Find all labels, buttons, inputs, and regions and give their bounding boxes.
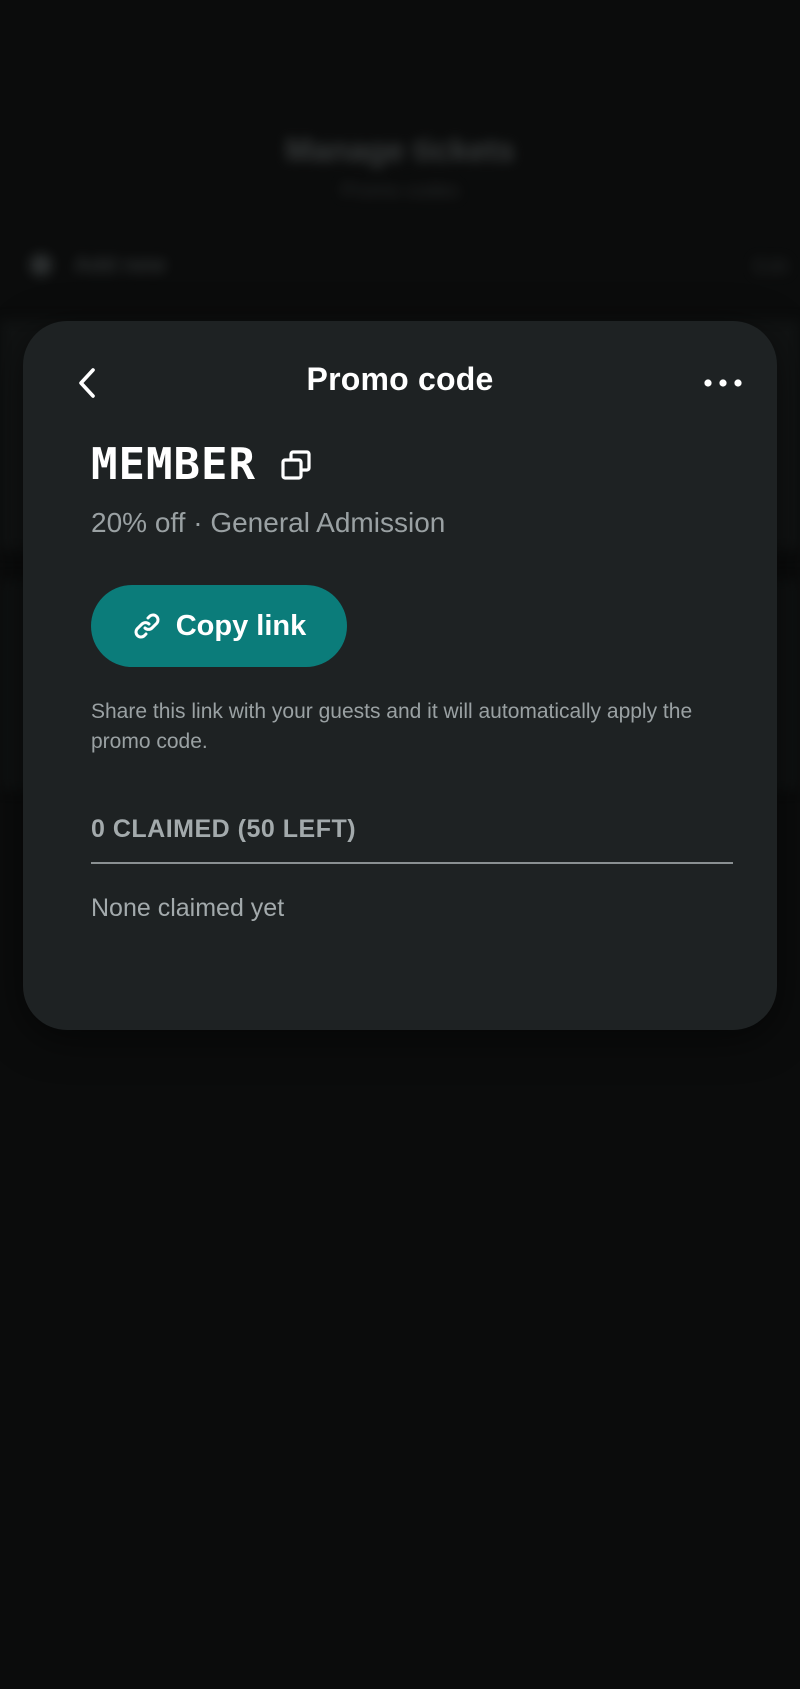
background-add-label: Add new	[74, 252, 166, 277]
link-icon	[134, 613, 160, 639]
background-add-row: Add new	[30, 252, 166, 278]
background-subtitle: Promo codes	[341, 180, 459, 202]
copy-code-button[interactable]	[278, 447, 314, 483]
promo-code-row: MEMBER	[91, 439, 314, 490]
discount-description: 20% off · General Admission	[91, 507, 446, 538]
share-hint-text: Share this link with your guests and it …	[91, 700, 693, 753]
sheet-header: Promo code	[23, 321, 777, 441]
screen: Manage tickets Promo codes Add new Edit …	[0, 0, 800, 1689]
background-title: Manage tickets	[285, 132, 515, 168]
empty-state-text: None claimed yet	[91, 894, 285, 922]
background-edit-label: Edit	[753, 256, 788, 278]
more-options-button[interactable]	[699, 365, 747, 401]
copy-link-button[interactable]: Copy link	[91, 585, 347, 667]
copy-link-label: Copy link	[175, 609, 307, 642]
divider	[91, 862, 733, 864]
promo-code-value: MEMBER	[91, 439, 256, 490]
more-horizontal-icon	[704, 379, 742, 387]
add-icon	[30, 254, 52, 276]
promo-code-sheet: Promo code MEMBER 20% off · General Admi…	[23, 321, 777, 1030]
copy-icon	[281, 449, 311, 480]
claimed-count-header: 0 CLAIMED (50 LEFT)	[91, 815, 357, 843]
sheet-title: Promo code	[306, 361, 494, 397]
